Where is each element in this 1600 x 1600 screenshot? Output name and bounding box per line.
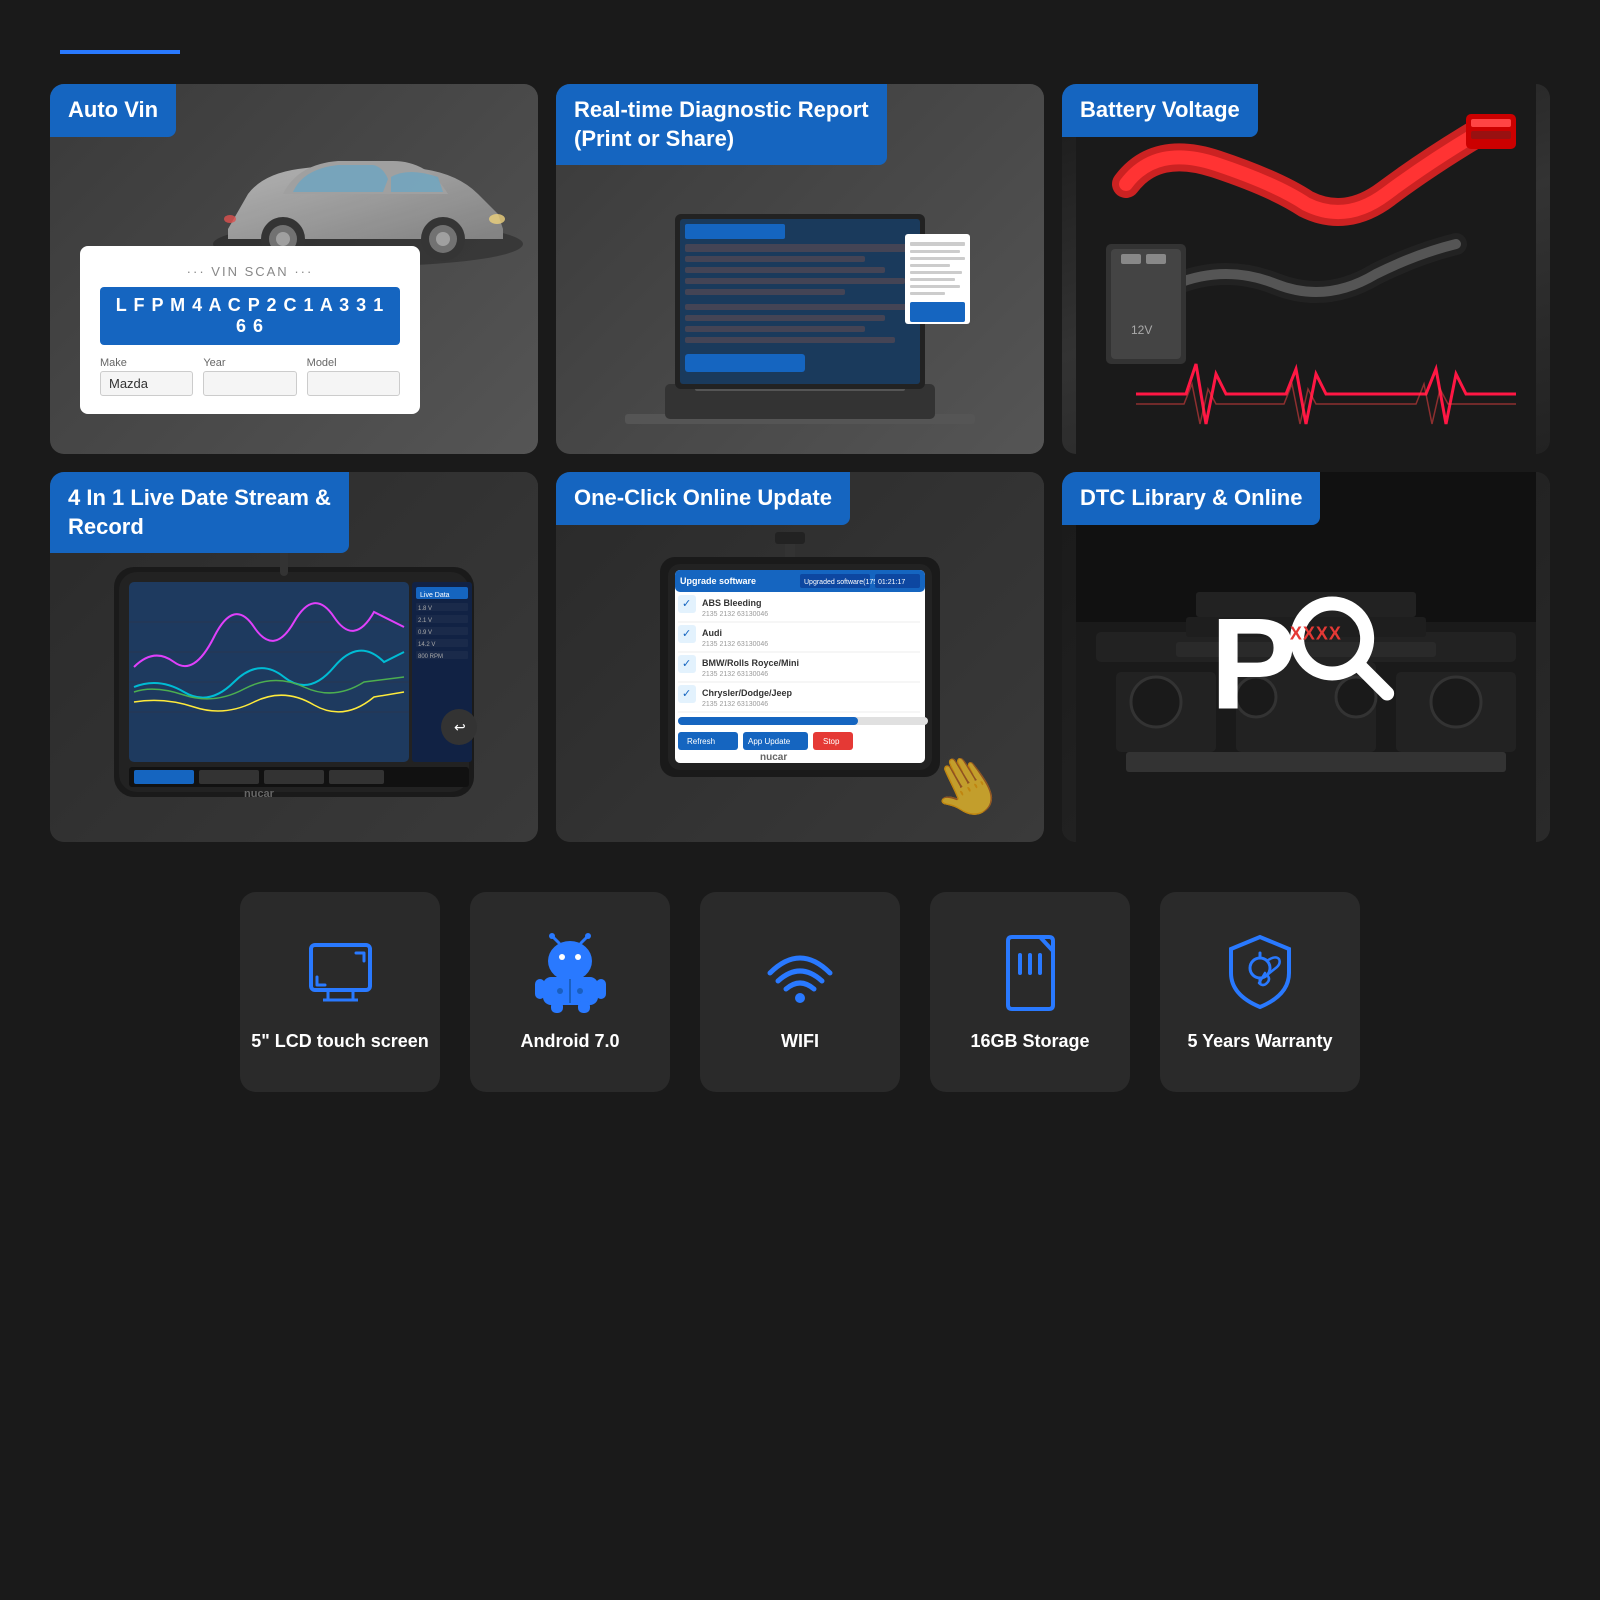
svg-text:01:21:17: 01:21:17 [878, 579, 905, 586]
auto-vin-bg: ··· VIN SCAN ··· L F P M 4 A C P 2 C 1 A… [50, 84, 538, 454]
android-svg [533, 933, 608, 1013]
svg-text:ABS Bleeding: ABS Bleeding [702, 598, 762, 608]
year-value [203, 371, 296, 396]
vin-fields: Make Mazda Year Model [100, 357, 400, 396]
xxxx-code: XXXX [1290, 624, 1342, 645]
android-label: Android 7.0 [520, 1031, 619, 1052]
feature-android: Android 7.0 [470, 892, 670, 1092]
device-svg: Live Data 1.8 V 2.1 V 0.9 V 14.2 V 800 R… [104, 537, 484, 827]
model-value [307, 371, 400, 396]
model-label: Model [307, 357, 400, 369]
live-stream-card: 4 In 1 Live Date Stream &Record [50, 472, 538, 842]
svg-text:12V: 12V [1131, 323, 1152, 337]
storage-label: 16GB Storage [970, 1031, 1089, 1052]
svg-text:2135 2132 63130046: 2135 2132 63130046 [702, 611, 768, 618]
svg-text:2135 2132 63130046: 2135 2132 63130046 [702, 641, 768, 648]
feature-wifi: WIFI [700, 892, 900, 1092]
svg-text:BMW/Rolls Royce/Mini: BMW/Rolls Royce/Mini [702, 658, 799, 668]
svg-text:2135 2132 63130046: 2135 2132 63130046 [702, 671, 768, 678]
dtc-search-display: P XXXX [1210, 599, 1402, 729]
svg-text:Live Data: Live Data [420, 592, 450, 599]
svg-text:0.9 V: 0.9 V [418, 630, 432, 636]
svg-text:Upgrade software: Upgrade software [680, 576, 756, 586]
dtc-card: DTC Library & Online [1062, 472, 1550, 842]
search-icon-svg [1282, 594, 1402, 714]
top-accent-line [60, 50, 180, 54]
battery-bg: 12V [1062, 84, 1550, 454]
svg-text:1.8 V: 1.8 V [418, 606, 432, 612]
update-label: One-Click Online Update [556, 472, 850, 525]
storage-svg [998, 933, 1063, 1013]
make-label: Make [100, 357, 193, 369]
svg-text:2135 2132 63130046: 2135 2132 63130046 [702, 701, 768, 708]
dtc-bg: P XXXX [1062, 472, 1550, 842]
features-grid: Auto Vin [0, 84, 1600, 842]
report-card: Real-time Diagnostic Report(Print or Sha… [556, 84, 1044, 454]
screen-icon [300, 933, 380, 1013]
auto-vin-card: Auto Vin [50, 84, 538, 454]
wifi-label: WIFI [781, 1031, 819, 1052]
svg-text:✓: ✓ [682, 688, 691, 700]
svg-text:Chrysler/Dodge/Jeep: Chrysler/Dodge/Jeep [702, 688, 793, 698]
screen-svg [303, 935, 378, 1010]
svg-text:✓: ✓ [682, 598, 691, 610]
feature-storage: 16GB Storage [930, 892, 1130, 1092]
update-card: One-Click Online Update Upgrade software… [556, 472, 1044, 842]
laptop-illustration [615, 154, 985, 444]
warranty-icon [1220, 933, 1300, 1013]
vin-scan-label: ··· VIN SCAN ··· [100, 264, 400, 279]
make-value: Mazda [100, 371, 193, 396]
year-label: Year [203, 357, 296, 369]
svg-text:nucar: nucar [244, 788, 275, 800]
wifi-icon [760, 933, 840, 1013]
svg-text:2.1 V: 2.1 V [418, 618, 432, 624]
warranty-label: 5 Years Warranty [1187, 1031, 1332, 1052]
storage-icon [990, 933, 1070, 1013]
battery-svg: 12V [1062, 84, 1550, 454]
vin-number: L F P M 4 A C P 2 C 1 A 3 3 1 6 6 [100, 287, 400, 345]
svg-text:Stop: Stop [823, 737, 840, 746]
laptop-svg [615, 154, 985, 444]
model-field: Model [307, 357, 400, 396]
report-label: Real-time Diagnostic Report(Print or Sha… [556, 84, 887, 165]
svg-text:✓: ✓ [682, 658, 691, 670]
wifi-svg [760, 943, 840, 1003]
feature-lcd: 5" LCD touch screen [240, 892, 440, 1092]
battery-card: Battery Voltage 12V [1062, 84, 1550, 454]
svg-text:Upgraded software(175): Upgraded software(175) [804, 579, 880, 586]
feature-warranty: 5 Years Warranty [1160, 892, 1360, 1092]
dtc-label: DTC Library & Online [1062, 472, 1320, 525]
live-stream-label: 4 In 1 Live Date Stream &Record [50, 472, 349, 553]
update-bg: Upgrade software Upgraded software(175) … [556, 472, 1044, 842]
svg-text:Refresh: Refresh [687, 737, 715, 746]
svg-text:nucar: nucar [760, 752, 787, 763]
svg-text:Audi: Audi [702, 628, 722, 638]
lcd-label: 5" LCD touch screen [251, 1031, 429, 1052]
vin-panel: ··· VIN SCAN ··· L F P M 4 A C P 2 C 1 A… [80, 246, 420, 414]
battery-label: Battery Voltage [1062, 84, 1258, 137]
svg-text:↩: ↩ [454, 719, 466, 735]
svg-text:14.2 V: 14.2 V [418, 642, 435, 648]
android-icon [530, 933, 610, 1013]
auto-vin-label: Auto Vin [50, 84, 176, 137]
svg-text:App Update: App Update [748, 737, 791, 746]
year-field: Year [203, 357, 296, 396]
svg-text:800 RPM: 800 RPM [418, 654, 443, 660]
svg-text:✓: ✓ [682, 628, 691, 640]
make-field: Make Mazda [100, 357, 193, 396]
search-icon-container: XXXX [1282, 594, 1402, 714]
features-row: 5" LCD touch screen [0, 842, 1600, 1092]
warranty-svg [1223, 933, 1298, 1013]
